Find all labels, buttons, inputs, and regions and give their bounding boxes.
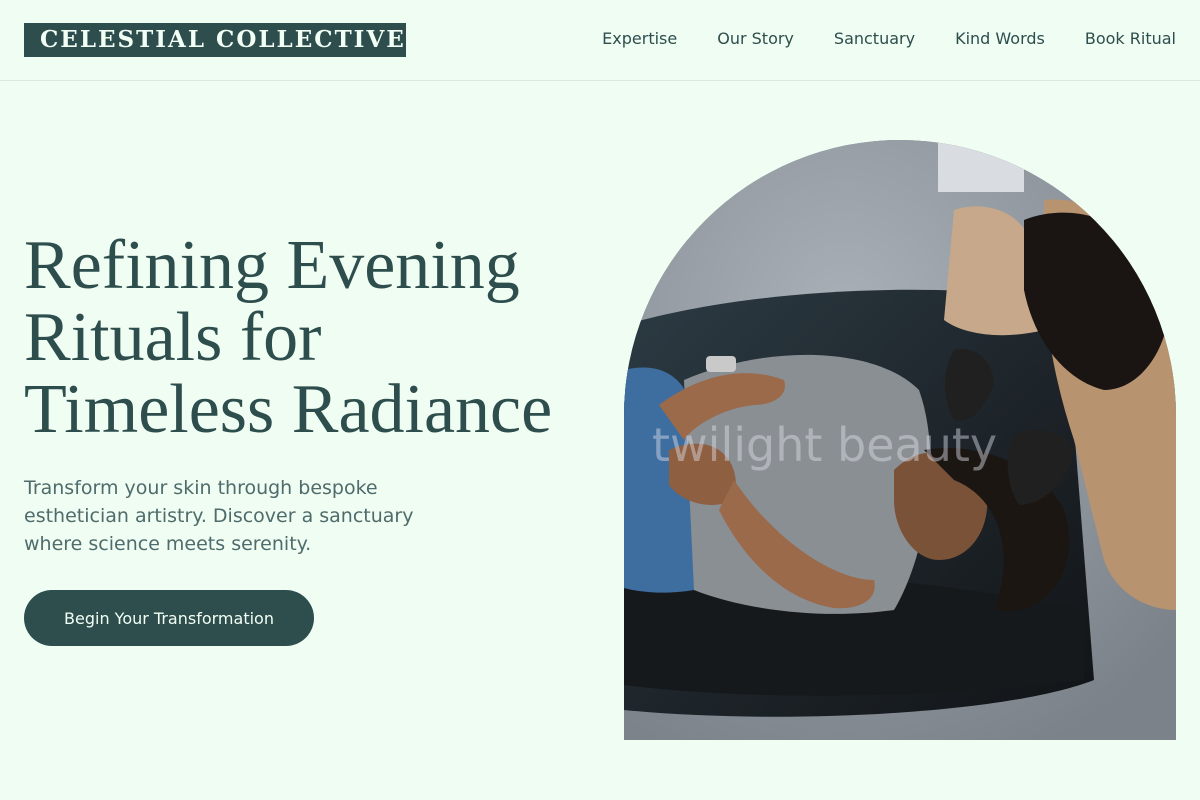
nav-link-sanctuary[interactable]: Sanctuary — [834, 29, 915, 49]
nav-link-book-ritual[interactable]: Book Ritual — [1085, 29, 1176, 49]
hero-subtitle: Transform your skin through bespoke esth… — [24, 477, 414, 555]
nav-link-our-story[interactable]: Our Story — [717, 29, 794, 49]
hero-text: Refining Evening Rituals for Timeless Ra… — [24, 230, 604, 558]
site-header: CELESTIAL COLLECTIVE Expertise Our Story… — [0, 0, 1200, 81]
brand-logo[interactable]: CELESTIAL COLLECTIVE — [24, 23, 406, 57]
main-nav: Expertise Our Story Sanctuary Kind Words… — [602, 29, 1176, 49]
hero-photo: twilight beauty — [624, 140, 1176, 740]
image-watermark: twilight beauty — [652, 418, 998, 472]
hero-title-line: Refining Evening — [24, 227, 520, 304]
hero-title-line: Rituals for — [24, 299, 322, 376]
hero-title: Refining Evening Rituals for Timeless Ra… — [24, 230, 604, 446]
nav-link-kind-words[interactable]: Kind Words — [955, 29, 1045, 49]
hero-title-line: Timeless Radiance — [24, 371, 553, 448]
begin-transformation-button[interactable]: Begin Your Transformation — [24, 590, 314, 646]
nav-link-expertise[interactable]: Expertise — [602, 29, 677, 49]
